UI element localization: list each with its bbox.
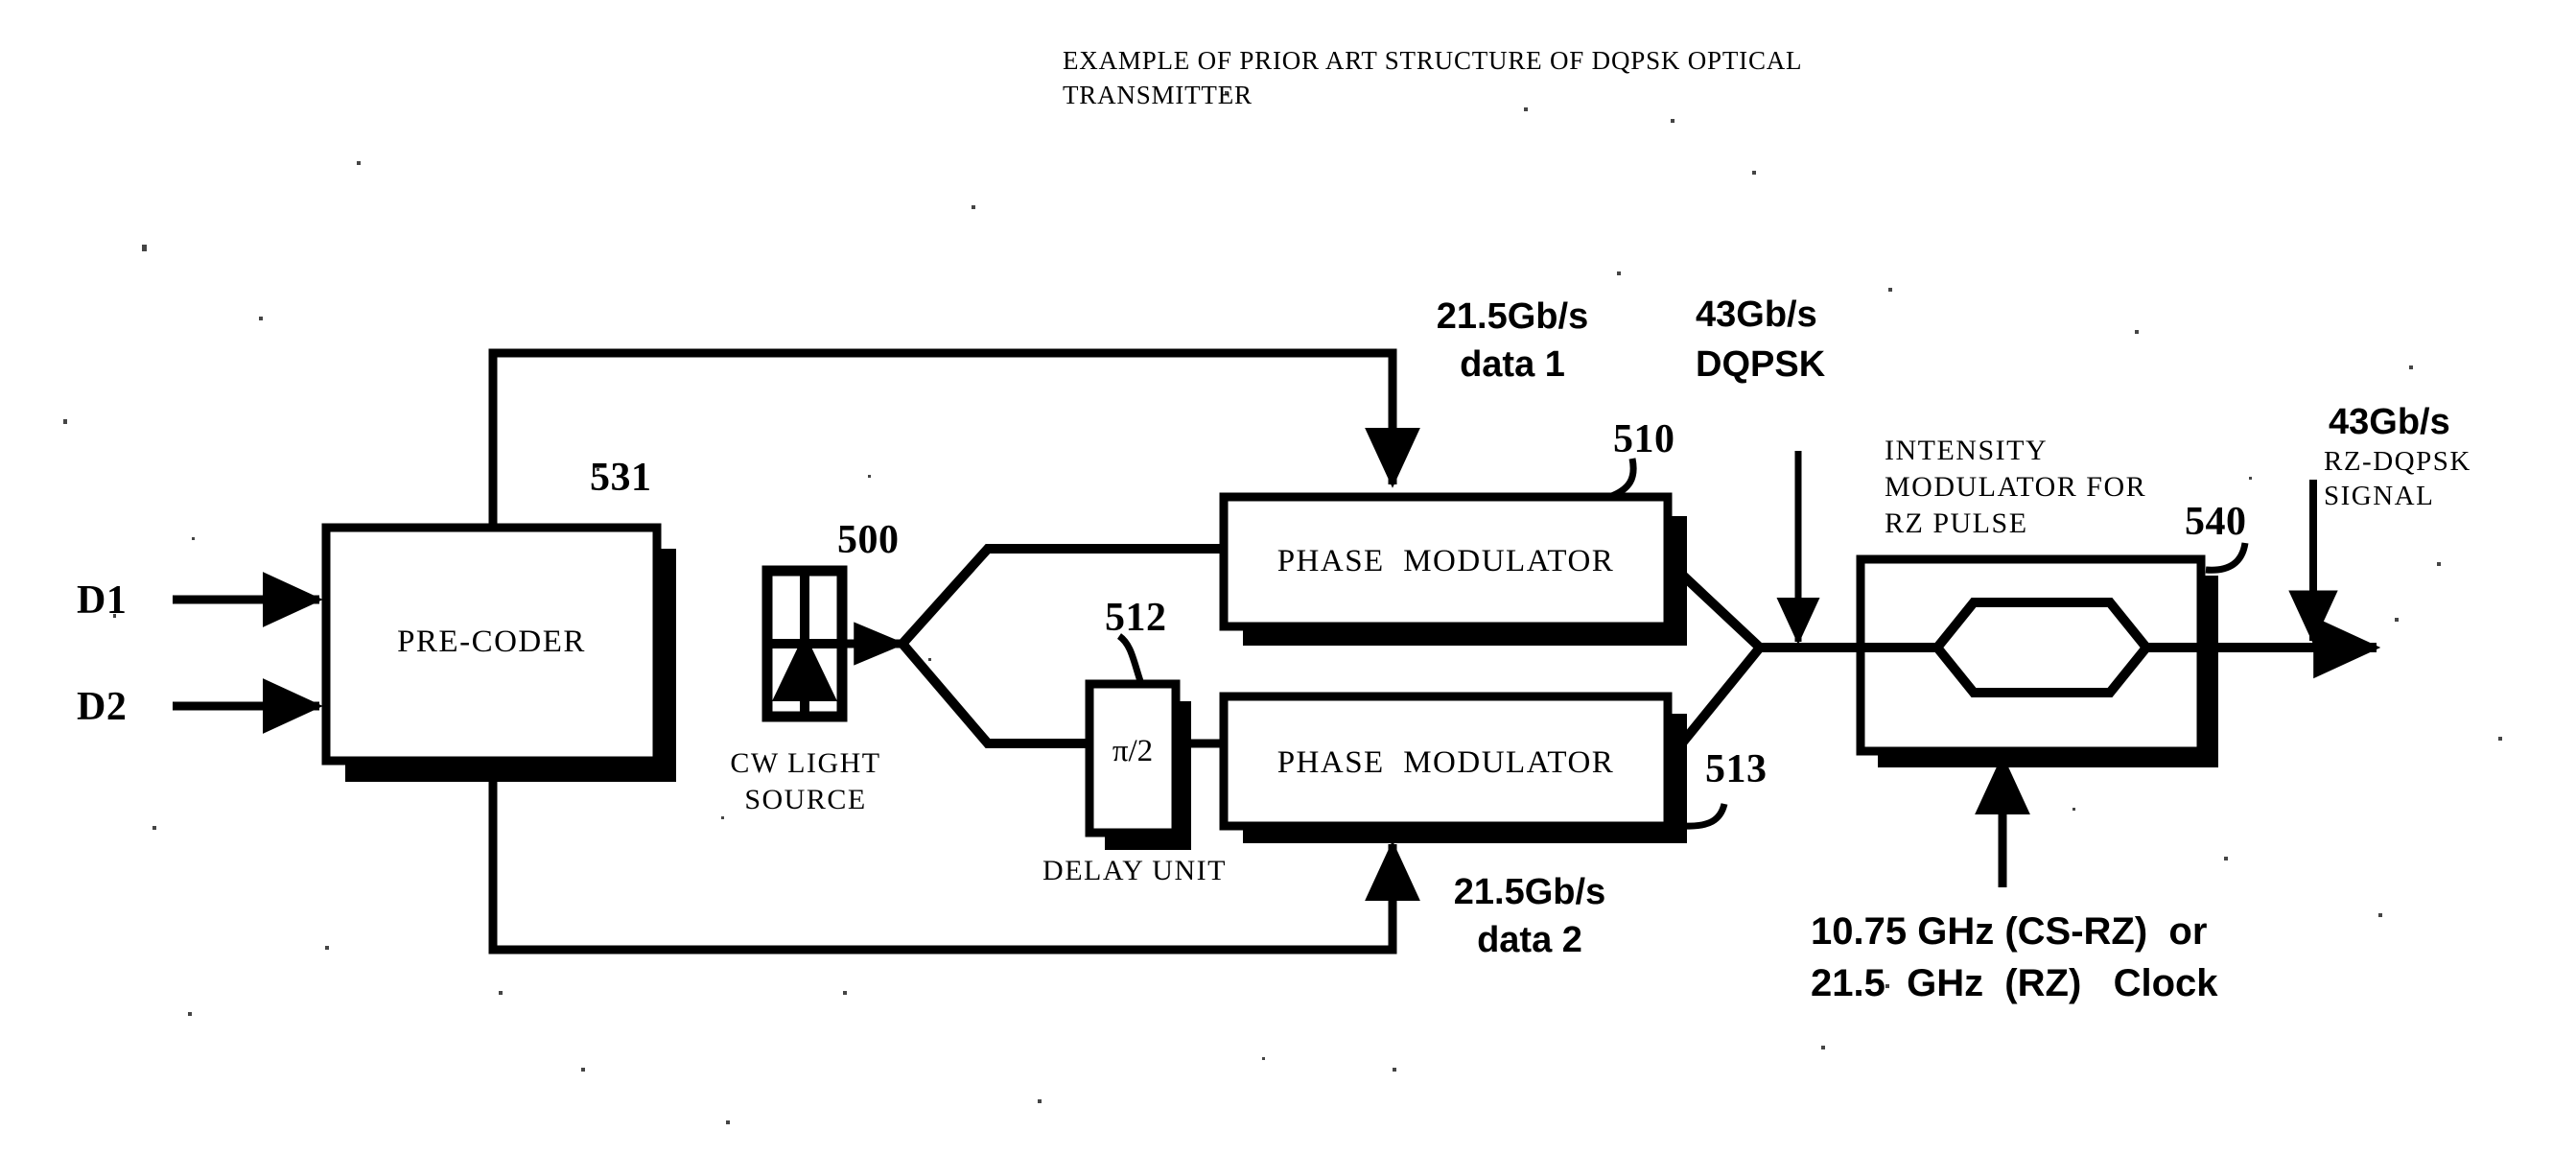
delay-unit-label: DELAY UNIT <box>1042 855 1227 886</box>
precoder-label: PRE-CODER <box>397 625 586 659</box>
phase-modulator-lower-ref-leader <box>1684 802 1728 830</box>
intensity-modulator-label-line-2: MODULATOR FOR <box>1885 471 2147 503</box>
cw-light-source-ref-number: 500 <box>837 518 900 562</box>
cw-light-source-label-line-2: SOURCE <box>744 784 867 815</box>
delay-unit-value: π/2 <box>1112 734 1154 768</box>
intensity-modulator-box[interactable] <box>1856 554 2206 756</box>
output-rate-label: 43Gb/s <box>2329 402 2450 442</box>
data2-rate-label: 21.5Gb/s <box>1453 872 1606 912</box>
delay-unit-ref-leader <box>1116 633 1145 686</box>
figure-canvas: EXAMPLE OF PRIOR ART STRUCTURE OF DQPSK … <box>0 0 2576 1155</box>
input-label-d1: D1 <box>77 578 128 623</box>
data2-name-label: data 2 <box>1477 920 1582 960</box>
output-name-label-line-2: SIGNAL <box>2324 481 2435 511</box>
dqpsk-name-label: DQPSK <box>1696 344 1826 385</box>
phase-modulator-upper-ref-number: 510 <box>1613 417 1675 461</box>
clock-label-line-2: 21.5 GHz (RZ) Clock <box>1811 962 2218 1004</box>
phase-modulator-lower-label: PHASE MODULATOR <box>1276 745 1615 780</box>
figure-title-line-1: EXAMPLE OF PRIOR ART STRUCTURE OF DQPSK … <box>1063 46 1803 75</box>
intensity-modulator-ref-number: 540 <box>2185 500 2247 544</box>
input-label-d2: D2 <box>77 685 128 729</box>
intensity-modulator-label-line-3: RZ PULSE <box>1885 507 2028 539</box>
precoder-ref-number: 531 <box>590 456 652 500</box>
intensity-modulator-label-line-1: INTENSITY <box>1885 435 2049 466</box>
delay-unit-ref-number: 512 <box>1105 596 1167 640</box>
output-name-label-line-1: RZ-DQPSK <box>2324 446 2471 477</box>
phase-modulator-lower-ref-number: 513 <box>1705 747 1768 791</box>
dqpsk-rate-label: 43Gb/s <box>1696 295 1817 335</box>
phase-modulator-upper-label: PHASE MODULATOR <box>1276 544 1615 578</box>
phase-modulator-upper-ref-leader <box>1607 458 1637 501</box>
data1-rate-label: 21.5Gb/s <box>1436 296 1589 337</box>
figure-title-line-2: TRANSMITTER <box>1063 81 1253 109</box>
cw-light-source-label-line-1: CW LIGHT <box>730 747 881 779</box>
data1-name-label: data 1 <box>1460 344 1565 385</box>
combiner-lower-branch <box>1664 644 1764 765</box>
splitter-upper-branch <box>899 544 1262 648</box>
intensity-modulator-ref-leader <box>2205 542 2249 574</box>
clock-label-line-1: 10.75 GHz (CS-RZ) or <box>1811 910 2208 953</box>
